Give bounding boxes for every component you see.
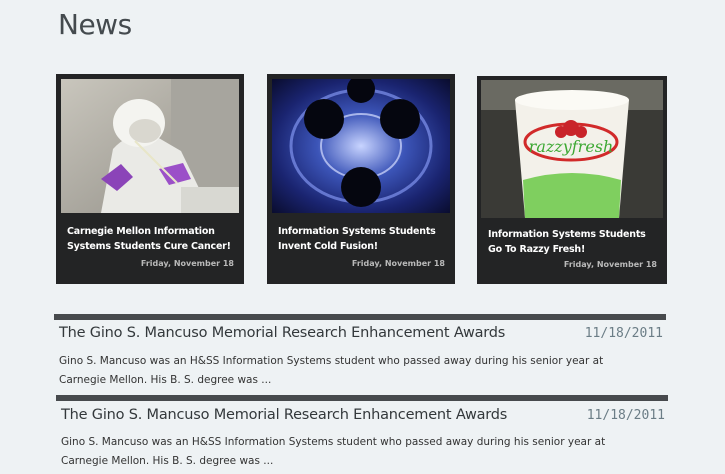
svg-text:razzyfresh: razzyfresh bbox=[529, 137, 614, 156]
article-divider bbox=[56, 395, 668, 401]
article-title[interactable]: The Gino S. Mancuso Memorial Research En… bbox=[59, 325, 505, 341]
lab-scientist-photo bbox=[61, 79, 239, 213]
card-date: Friday, November 18 bbox=[351, 259, 445, 268]
news-card[interactable]: Information Systems Students Invent Cold… bbox=[267, 74, 455, 284]
excerpt-line: Carnegie Mellon. His B. S. degree was ..… bbox=[59, 374, 272, 386]
card-date: Friday, November 18 bbox=[140, 259, 234, 268]
article-excerpt: Gino S. Mancuso was an H&SS Information … bbox=[59, 352, 659, 390]
article-divider bbox=[54, 314, 666, 320]
news-card[interactable]: Carnegie Mellon Information Systems Stud… bbox=[56, 74, 244, 284]
card-title[interactable]: Information Systems Students Invent Cold… bbox=[278, 224, 446, 254]
card-title[interactable]: Information Systems Students Go To Razzy… bbox=[488, 227, 658, 257]
article-title[interactable]: The Gino S. Mancuso Memorial Research En… bbox=[61, 407, 507, 423]
card-title[interactable]: Carnegie Mellon Information Systems Stud… bbox=[67, 224, 235, 254]
plasma-fractal-image bbox=[272, 79, 450, 213]
article-excerpt: Gino S. Mancuso was an H&SS Information … bbox=[61, 433, 661, 471]
page-title: News bbox=[58, 8, 132, 41]
article-date: 11/18/2011 bbox=[586, 408, 665, 423]
excerpt-line: Gino S. Mancuso was an H&SS Information … bbox=[61, 436, 606, 448]
card-date: Friday, November 18 bbox=[563, 260, 657, 269]
excerpt-line: Carnegie Mellon. His B. S. degree was ..… bbox=[61, 455, 274, 467]
excerpt-line: Gino S. Mancuso was an H&SS Information … bbox=[59, 355, 604, 367]
frozen-yogurt-cup-photo: razzyfresh bbox=[481, 80, 663, 218]
article-date: 11/18/2011 bbox=[584, 326, 663, 341]
news-card[interactable]: razzyfresh Information Systems Students … bbox=[477, 76, 667, 284]
